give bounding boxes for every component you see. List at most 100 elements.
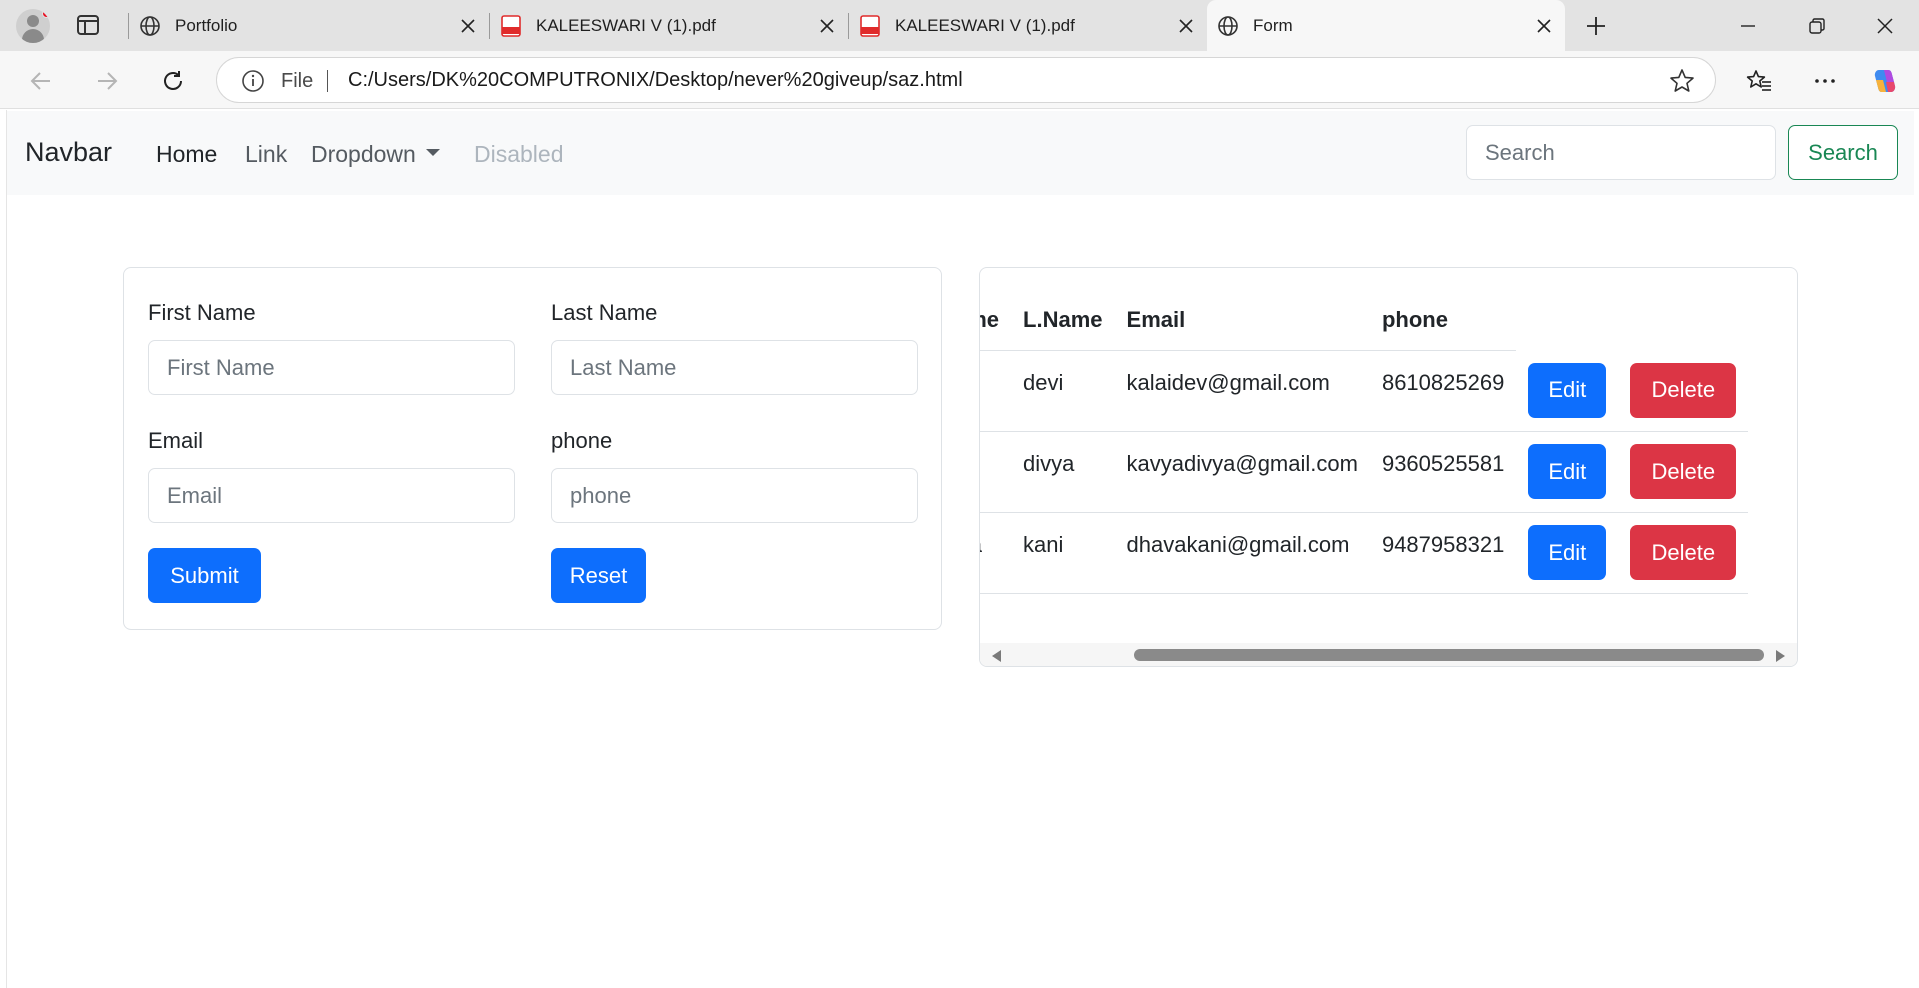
cell-first-name: kavya — [980, 431, 1012, 513]
favorite-star-icon[interactable] — [1669, 68, 1695, 94]
cell-email: kavyadivya@gmail.com — [1114, 431, 1370, 513]
close-icon[interactable] — [812, 11, 842, 41]
pdf-icon — [859, 14, 881, 37]
edit-button[interactable]: Edit — [1528, 525, 1607, 580]
url-text[interactable]: C:/Users/DK%20COMPUTRONIX/Desktop/never%… — [348, 69, 963, 92]
tab-title: Form — [1253, 15, 1293, 35]
close-icon[interactable] — [1171, 11, 1201, 41]
horizontal-scrollbar[interactable] — [980, 643, 1797, 666]
caret-down-icon — [425, 149, 440, 157]
phone-label: phone — [551, 428, 613, 453]
more-options-icon[interactable] — [1808, 64, 1842, 98]
favorites-icon[interactable] — [1742, 64, 1776, 98]
last-name-input[interactable] — [551, 340, 918, 395]
tab-title: KALEESWARI V (1).pdf — [536, 15, 716, 35]
tab-title: Portfolio — [175, 15, 238, 35]
globe-icon — [1217, 15, 1239, 37]
scroll-right-arrow-icon[interactable] — [1776, 650, 1785, 662]
address-bar[interactable]: File C:/Users/DK%20COMPUTRONIX/Desktop/n… — [216, 57, 1716, 103]
scroll-left-arrow-icon[interactable] — [992, 650, 1001, 662]
email-label: Email — [148, 428, 204, 453]
delete-button[interactable]: Delete — [1630, 362, 1737, 418]
tab-portfolio[interactable]: Portfolio — [129, 0, 489, 51]
cell-first-name: kalai — [980, 350, 1012, 432]
cell-edit: Edit — [1516, 512, 1619, 594]
info-icon[interactable] — [241, 69, 265, 93]
records-table: F.Name L.Name Email phone kalai devi kal… — [980, 290, 1749, 594]
cell-delete: Delete — [1618, 350, 1749, 432]
table-scroll-area[interactable]: F.Name L.Name Email phone kalai devi kal… — [980, 268, 1797, 643]
avatar-body — [22, 29, 44, 43]
table-row: kalai devi kalaidev@gmail.com 8610825269… — [980, 350, 1749, 432]
back-arrow-icon[interactable] — [24, 64, 58, 98]
nav-dropdown-label: Dropdown — [311, 141, 416, 167]
table-row: kavya divya kavyadivya@gmail.com 9360525… — [980, 431, 1749, 513]
scrollbar-thumb[interactable] — [1134, 649, 1764, 661]
cell-email: kalaidev@gmail.com — [1114, 350, 1370, 432]
forward-arrow-icon[interactable] — [90, 64, 124, 98]
delete-button[interactable]: Delete — [1630, 444, 1737, 499]
header-phone: phone — [1369, 290, 1517, 351]
cell-email: dhavakani@gmail.com — [1114, 512, 1370, 594]
globe-icon — [139, 15, 161, 37]
tab-pdf-2[interactable]: KALEESWARI V (1).pdf — [849, 0, 1207, 51]
phone-input[interactable] — [551, 468, 918, 523]
navbar-search-input[interactable] — [1466, 125, 1776, 180]
browser-tab-bar: Portfolio KALEESWARI V (1).pdf KALEESWAR… — [0, 0, 1919, 51]
profile-avatar[interactable] — [16, 9, 50, 43]
cell-phone: 9487958321 — [1369, 512, 1517, 594]
close-icon[interactable] — [1529, 11, 1559, 41]
cell-last-name: kani — [1011, 512, 1115, 594]
navbar-brand[interactable]: Navbar — [25, 137, 112, 168]
cell-edit: Edit — [1516, 431, 1619, 513]
site-navbar: Navbar Home Link Dropdown Disabled Searc… — [7, 111, 1914, 195]
entry-form-card: First Name Last Name Email phone Submit … — [123, 267, 942, 630]
new-tab-icon[interactable] — [1580, 10, 1612, 42]
notification-dot — [42, 9, 50, 18]
cell-phone: 9360525581 — [1369, 431, 1517, 513]
url-divider — [327, 70, 328, 92]
table-header-row: F.Name L.Name Email phone — [980, 290, 1748, 351]
navbar-search-button[interactable]: Search — [1788, 125, 1898, 180]
cell-last-name: divya — [1011, 431, 1115, 513]
cell-last-name: devi — [1011, 350, 1115, 432]
nav-home-link[interactable]: Home — [156, 141, 217, 168]
url-scheme: File — [281, 70, 314, 92]
reset-button[interactable]: Reset — [551, 548, 646, 603]
copilot-icon[interactable] — [1868, 64, 1902, 98]
close-window-icon[interactable] — [1857, 0, 1913, 51]
page-content: Navbar Home Link Dropdown Disabled Searc… — [6, 110, 1919, 988]
cell-edit: Edit — [1516, 350, 1619, 432]
cell-delete: Delete — [1618, 512, 1749, 594]
tab-title: KALEESWARI V (1).pdf — [895, 15, 1075, 35]
cell-first-name: dhava — [980, 512, 1012, 594]
table-row: dhava kani dhavakani@gmail.com 948795832… — [980, 512, 1749, 594]
close-icon[interactable] — [453, 11, 483, 41]
nav-disabled-link: Disabled — [474, 141, 564, 167]
first-name-input[interactable] — [148, 340, 515, 395]
email-input[interactable] — [148, 468, 515, 523]
delete-button[interactable]: Delete — [1630, 525, 1737, 580]
cell-phone: 8610825269 — [1369, 350, 1517, 432]
tab-pdf-1[interactable]: KALEESWARI V (1).pdf — [490, 0, 848, 51]
pdf-icon — [500, 14, 522, 37]
browser-toolbar: File C:/Users/DK%20COMPUTRONIX/Desktop/n… — [0, 51, 1919, 109]
header-last-name: L.Name — [1011, 290, 1115, 351]
first-name-label: First Name — [148, 300, 256, 325]
records-table-card: F.Name L.Name Email phone kalai devi kal… — [979, 267, 1798, 667]
minimize-icon[interactable] — [1720, 0, 1776, 51]
header-first-name: F.Name — [980, 290, 1012, 351]
submit-button[interactable]: Submit — [148, 548, 261, 603]
nav-link[interactable]: Link — [245, 141, 287, 168]
edit-button[interactable]: Edit — [1528, 362, 1607, 418]
nav-dropdown[interactable]: Dropdown — [311, 141, 440, 168]
edit-button[interactable]: Edit — [1528, 444, 1607, 499]
tab-form[interactable]: Form — [1207, 0, 1565, 51]
cell-delete: Delete — [1618, 431, 1749, 513]
header-email: Email — [1114, 290, 1370, 351]
avatar-head — [27, 15, 39, 27]
tab-actions-icon[interactable] — [76, 14, 100, 36]
last-name-label: Last Name — [551, 300, 658, 325]
refresh-icon[interactable] — [156, 64, 190, 98]
restore-icon[interactable] — [1789, 0, 1845, 51]
